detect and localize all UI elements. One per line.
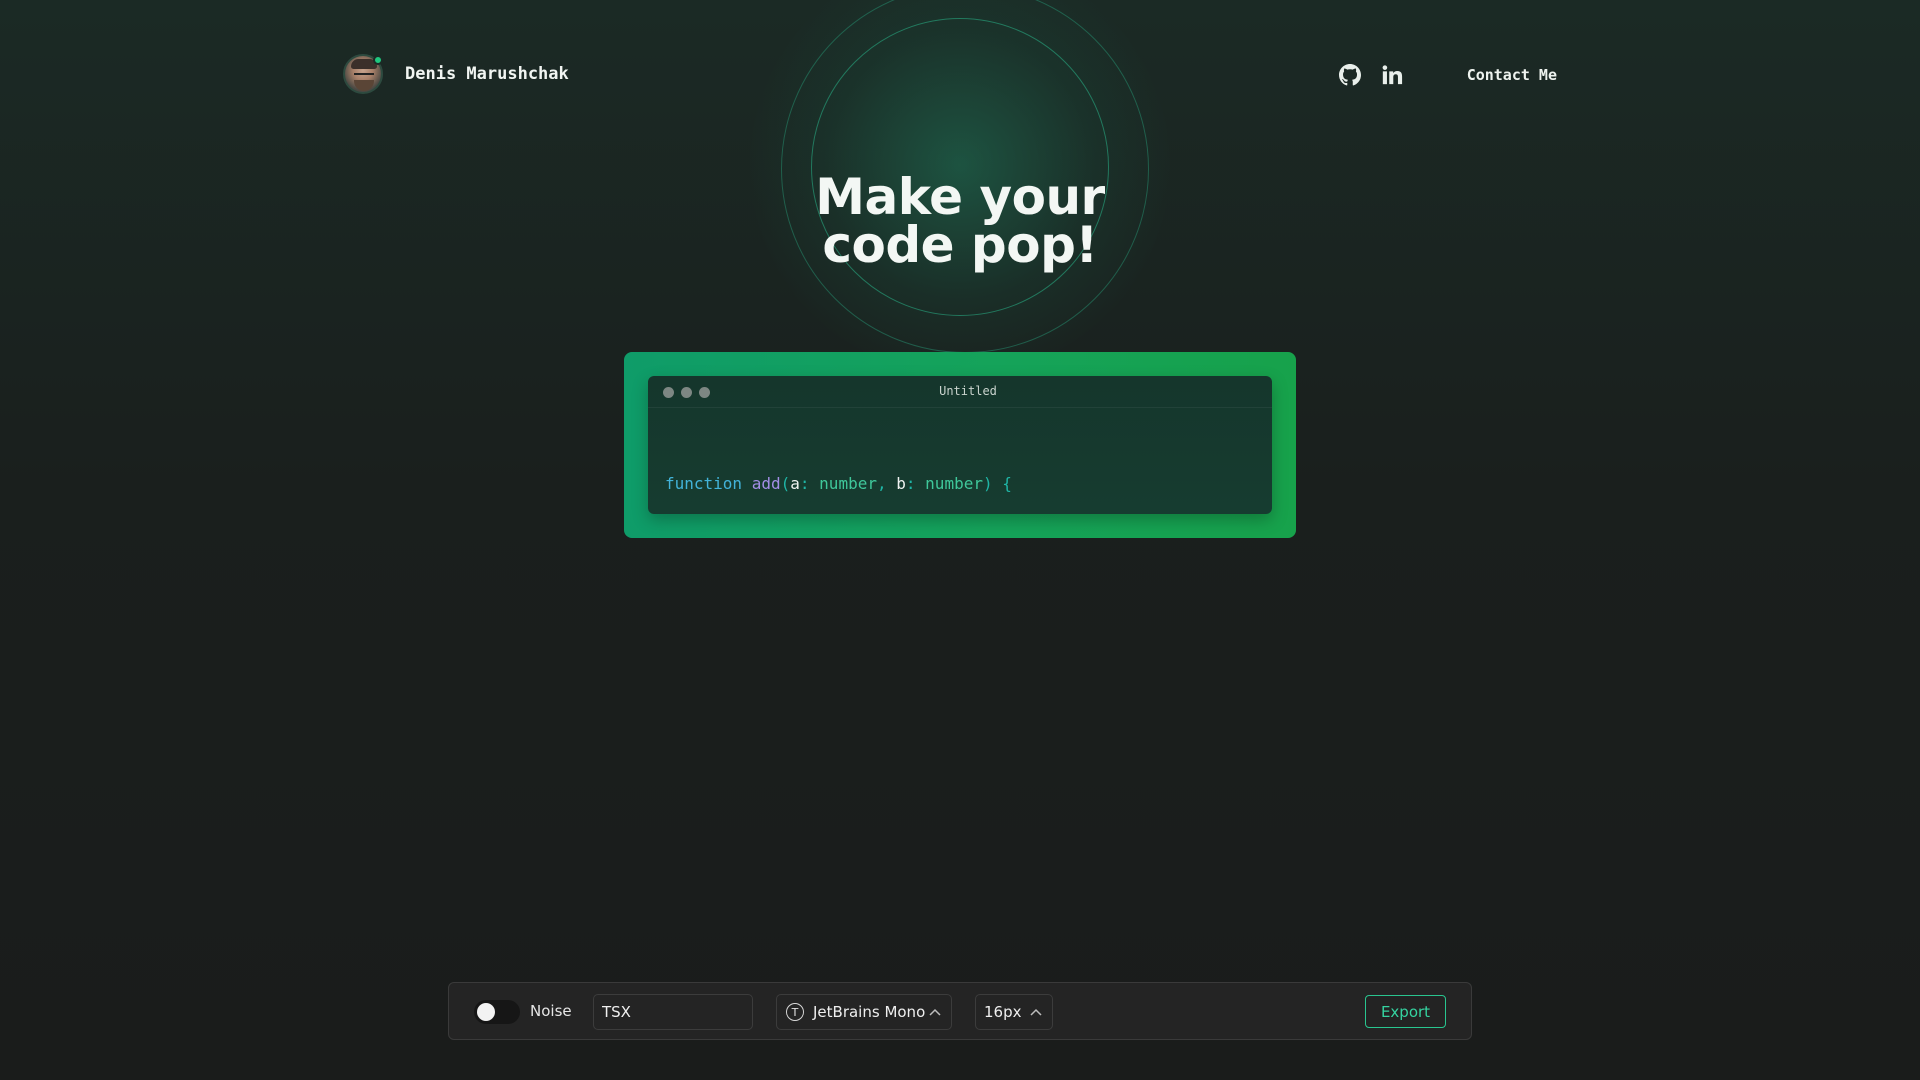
language-input[interactable] xyxy=(593,994,753,1030)
window-title[interactable]: Untitled xyxy=(648,384,1272,398)
noise-toggle[interactable] xyxy=(474,1000,520,1024)
toggle-knob xyxy=(477,1003,495,1021)
code-frame: Untitled function add(a: number, b: numb… xyxy=(624,352,1296,538)
linkedin-icon[interactable] xyxy=(1381,64,1403,86)
code-editor[interactable]: function add(a: number, b: number) { ret… xyxy=(648,408,1272,514)
brand[interactable]: Denis Marushchak xyxy=(343,54,569,94)
font-select-value: JetBrains Mono xyxy=(813,1003,926,1021)
avatar xyxy=(343,54,383,94)
author-name: Denis Marushchak xyxy=(405,64,569,84)
window-title-bar: Untitled xyxy=(648,376,1272,408)
online-status-dot xyxy=(373,55,383,65)
github-icon[interactable] xyxy=(1339,64,1361,86)
font-size-value: 16px xyxy=(984,1003,1022,1021)
code-window: Untitled function add(a: number, b: numb… xyxy=(648,376,1272,514)
chevron-up-icon xyxy=(929,1008,941,1016)
export-button[interactable]: Export xyxy=(1365,995,1446,1028)
settings-toolbar: Noise T JetBrains Mono 16px Export xyxy=(448,982,1472,1040)
code-line: function add(a: number, b: number) { xyxy=(665,474,1012,493)
site-header: Denis Marushchak Contact Me xyxy=(343,54,1557,98)
contact-me-link[interactable]: Contact Me xyxy=(1467,66,1557,84)
social-links xyxy=(1339,64,1403,86)
font-icon: T xyxy=(786,1003,804,1021)
hero-title-line-2: code pop! xyxy=(822,216,1098,274)
font-size-select[interactable]: 16px xyxy=(975,994,1053,1030)
hero-title: Make your code pop! xyxy=(760,172,1160,270)
chevron-up-icon xyxy=(1030,1008,1042,1016)
font-select[interactable]: T JetBrains Mono xyxy=(776,994,952,1030)
noise-label: Noise xyxy=(530,1002,572,1020)
